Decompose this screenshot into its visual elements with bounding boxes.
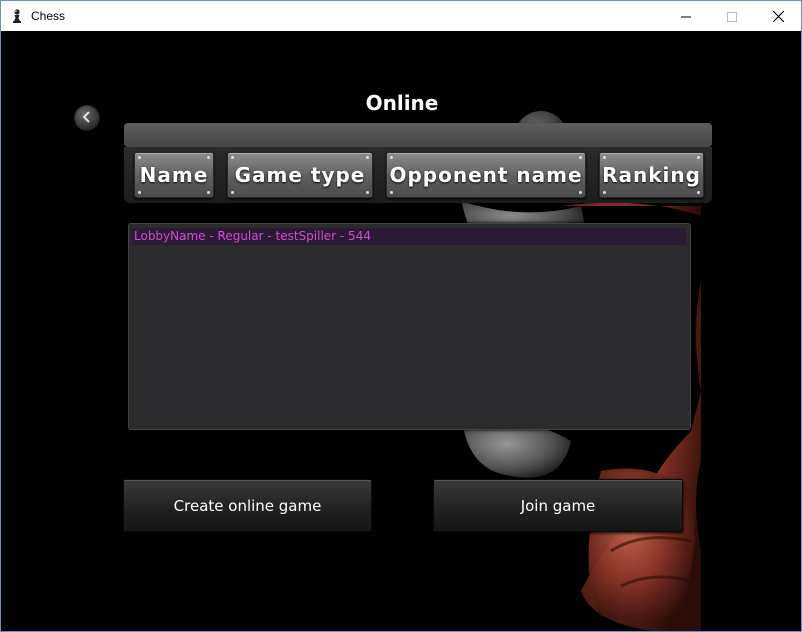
maximize-button[interactable] [709,1,755,31]
maximize-icon [727,7,737,26]
column-name-label: Name [139,163,209,187]
online-lobby-screen: Online Name Game type Opponent name Rank… [1,31,801,631]
column-opponent-name-button[interactable]: Opponent name [386,152,586,198]
close-button[interactable] [755,1,801,31]
column-ranking-label: Ranking [602,163,701,187]
close-icon [772,7,784,26]
list-item[interactable]: LobbyName - Regular - testSpiller - 544 [131,228,686,245]
join-game-button[interactable]: Join game [433,479,683,532]
chess-pawn-icon [9,8,25,24]
window-title: Chess [31,9,66,23]
column-ranking-button[interactable]: Ranking [599,152,704,198]
header-bar [124,123,712,147]
create-online-game-button[interactable]: Create online game [123,479,372,532]
column-opponent-name-label: Opponent name [389,163,583,187]
minimize-icon [681,7,691,26]
page-title: Online [365,91,439,115]
app-window: Chess Online Name Game type Opponent nam… [0,0,802,632]
column-name-button[interactable]: Name [134,152,214,198]
minimize-button[interactable] [663,1,709,31]
column-game-type-label: Game type [234,163,366,187]
lobby-list[interactable]: LobbyName - Regular - testSpiller - 544 [128,223,691,430]
column-game-type-button[interactable]: Game type [227,152,373,198]
title-bar[interactable]: Chess [1,1,801,31]
